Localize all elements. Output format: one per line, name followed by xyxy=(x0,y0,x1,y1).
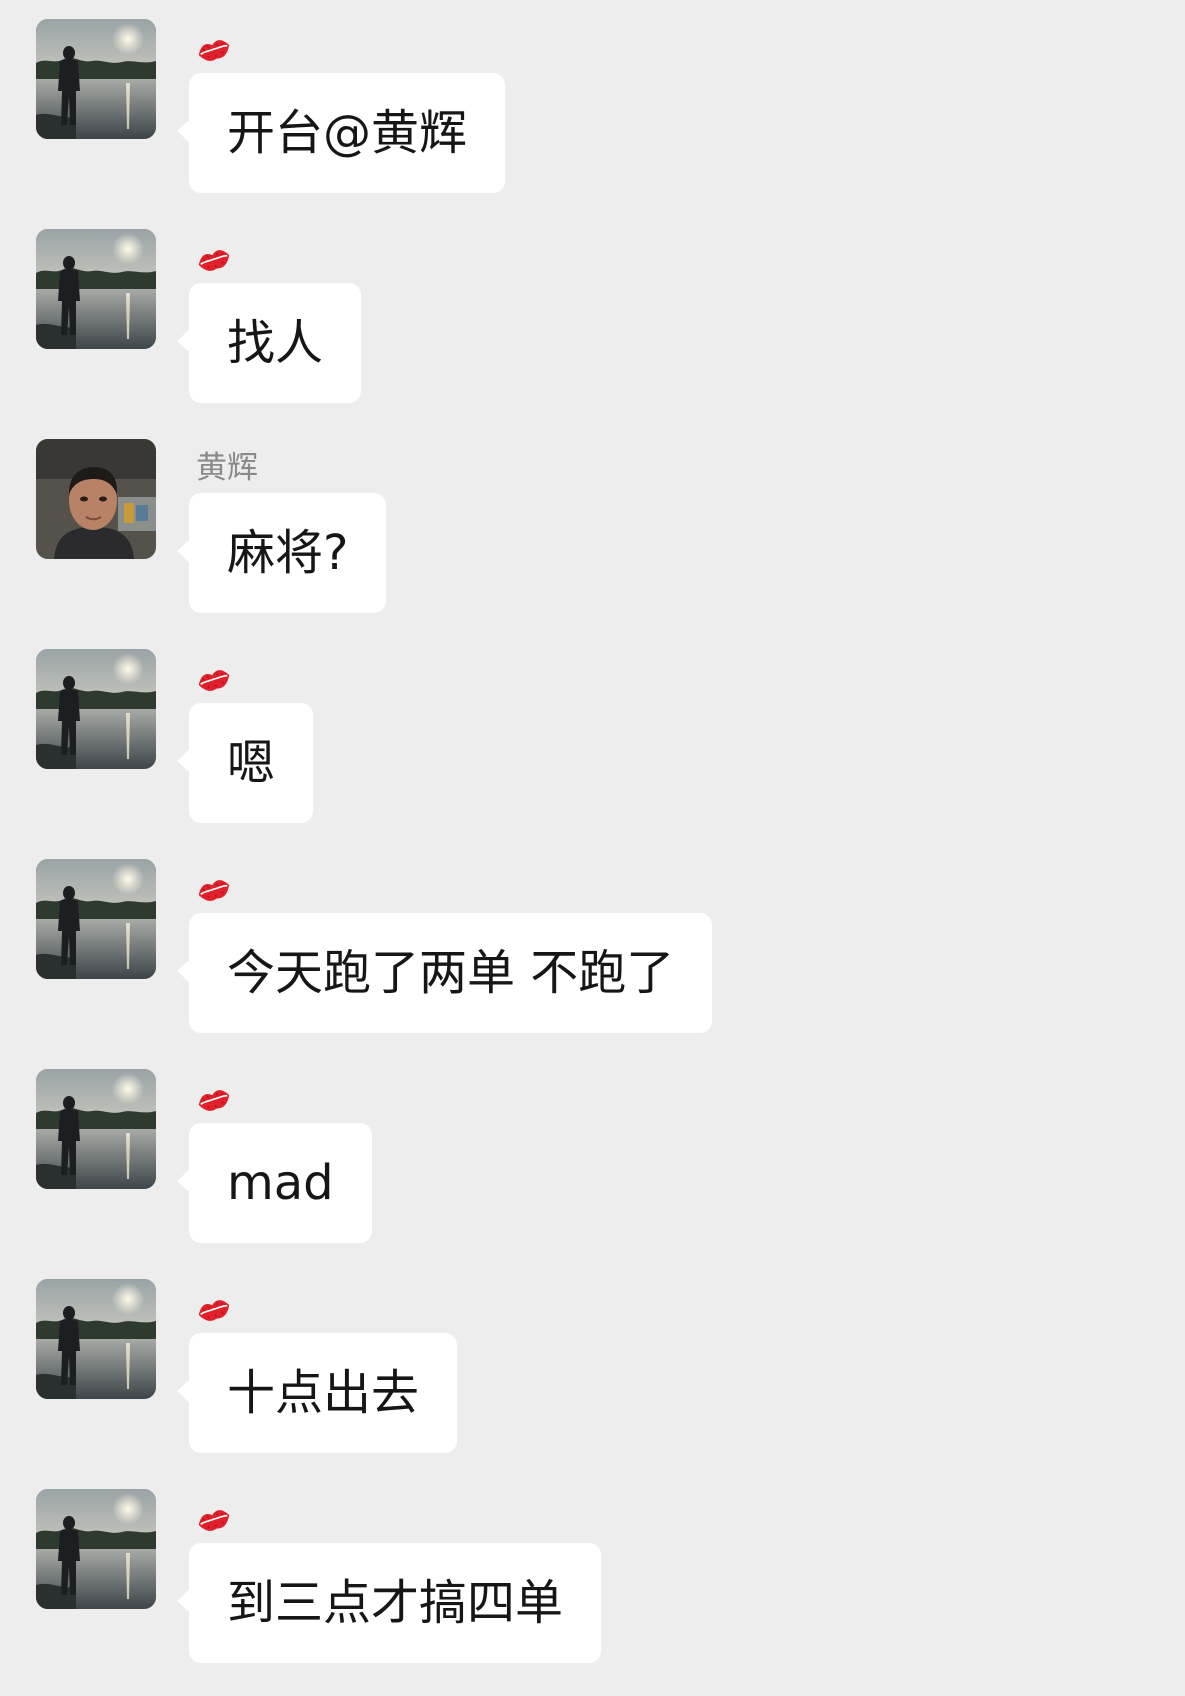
silhouette-lake-avatar[interactable] xyxy=(36,859,156,979)
sender-name xyxy=(196,656,232,700)
silhouette-lake-avatar[interactable] xyxy=(36,1069,156,1189)
silhouette-lake-avatar[interactable] xyxy=(36,19,156,139)
silhouette-lake-avatar[interactable] xyxy=(36,1489,156,1609)
kiss-mark-icon xyxy=(198,1299,230,1321)
sender-name xyxy=(196,236,232,280)
silhouette-lake-avatar[interactable] xyxy=(36,649,156,769)
kiss-mark-icon xyxy=(198,249,230,271)
chat-message: mad xyxy=(0,1050,1185,1250)
message-bubble[interactable]: 找人 xyxy=(176,283,362,403)
kiss-mark-icon xyxy=(198,669,230,691)
message-bubble[interactable]: 嗯 xyxy=(176,703,314,823)
sender-name: 黄辉 xyxy=(196,450,258,486)
message-bubble[interactable]: 到三点才搞四单 xyxy=(176,1543,602,1663)
kiss-mark-icon xyxy=(198,1509,230,1531)
man-portrait-avatar[interactable] xyxy=(36,439,156,559)
chat-message: 找人 xyxy=(0,210,1185,410)
chat-message: 开台@黄辉 xyxy=(0,0,1185,200)
chat-message: 黄辉 麻将? xyxy=(0,420,1185,620)
message-bubble[interactable]: mad xyxy=(177,1123,372,1243)
sender-name xyxy=(196,1286,232,1330)
kiss-mark-icon xyxy=(198,1089,230,1111)
chat-message: 今天跑了两单 不跑了 xyxy=(0,840,1185,1040)
sender-name xyxy=(196,1496,232,1540)
chat-message: 十点出去 xyxy=(0,1260,1185,1460)
message-bubble[interactable]: 麻将? xyxy=(176,493,387,613)
sender-name xyxy=(196,866,232,910)
silhouette-lake-avatar[interactable] xyxy=(36,229,156,349)
message-bubble[interactable]: 十点出去 xyxy=(176,1333,458,1453)
kiss-mark-icon xyxy=(198,39,230,61)
chat-message: 嗯 xyxy=(0,630,1185,830)
chat-message-list[interactable]: 开台@黄辉 找人 黄辉 麻将? 嗯 今天跑了两单 不跑了 mad 十点出去 到三… xyxy=(0,0,1185,1696)
message-bubble[interactable]: 今天跑了两单 不跑了 xyxy=(176,913,713,1033)
sender-name xyxy=(196,1076,232,1120)
sender-name xyxy=(196,26,232,70)
chat-message: 到三点才搞四单 xyxy=(0,1470,1185,1670)
kiss-mark-icon xyxy=(198,879,230,901)
silhouette-lake-avatar[interactable] xyxy=(36,1279,156,1399)
message-bubble[interactable]: 开台@黄辉 xyxy=(176,73,506,193)
